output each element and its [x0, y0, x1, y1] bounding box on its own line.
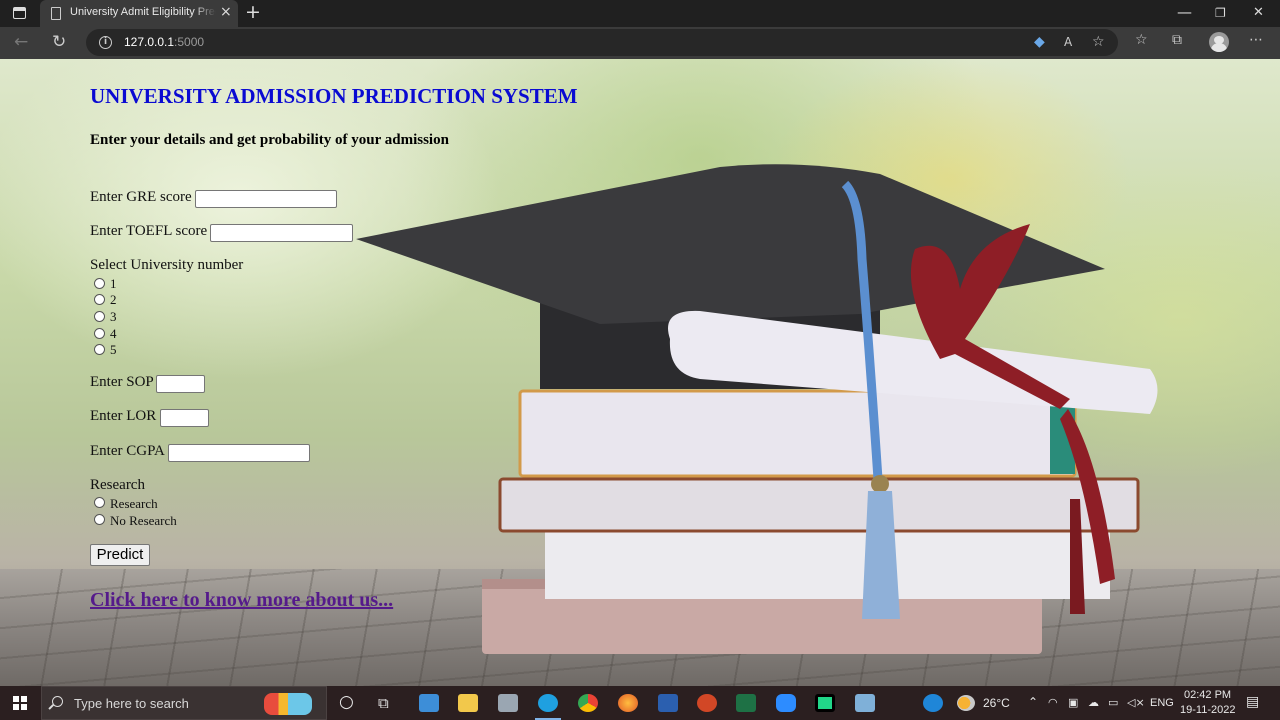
search-icon	[52, 696, 63, 707]
search-placeholder: Type here to search	[74, 696, 189, 711]
research-option-no: No Research	[110, 513, 177, 528]
favorite-star-icon[interactable]: ☆	[1092, 34, 1105, 50]
help-icon[interactable]	[923, 694, 943, 712]
windows-taskbar: Type here to search ○ ⧉ 26°C ⌃ ◠ ▣ ☁ ▭ ◁…	[0, 686, 1280, 720]
gre-input[interactable]	[195, 190, 337, 208]
address-bar[interactable]: i 127.0.0.1:5000 ◆ A ☆	[86, 29, 1118, 56]
weather-temperature[interactable]: 26°C	[983, 696, 1010, 710]
clock-date[interactable]: 19-11-2022	[1180, 704, 1235, 716]
research-radio-no[interactable]	[94, 514, 105, 525]
university-radio-5[interactable]	[94, 344, 105, 355]
third-book	[498, 477, 1140, 533]
onedrive-icon[interactable]: ☁	[1088, 696, 1099, 709]
windows-start-icon[interactable]	[13, 696, 27, 710]
word-icon[interactable]	[658, 694, 678, 712]
calculator-icon[interactable]	[498, 694, 518, 712]
excel-icon[interactable]	[736, 694, 756, 712]
page-title: UNIVERSITY ADMISSION PREDICTION SYSTEM	[90, 84, 578, 108]
app-icon-2[interactable]	[855, 694, 875, 712]
toefl-input[interactable]	[210, 224, 353, 242]
gre-label: Enter GRE score	[90, 189, 192, 205]
file-explorer-icon[interactable]	[458, 694, 478, 712]
window-menu-icon[interactable]	[13, 7, 26, 19]
university-label: Select University number	[90, 257, 244, 273]
maximize-button[interactable]: ❐	[1215, 6, 1226, 20]
tab-close-button[interactable]: ×	[220, 4, 232, 20]
browser-tab-bar: University Admit Eligibility Predic × + …	[0, 0, 1280, 27]
chrome-icon[interactable]	[578, 694, 598, 712]
search-highlight-icon	[264, 693, 312, 715]
edge-icon[interactable]	[538, 694, 558, 712]
collections-icon[interactable]: ⧉	[1172, 32, 1182, 48]
university-radio-2[interactable]	[94, 294, 105, 305]
read-aloud-icon[interactable]: A	[1064, 35, 1072, 49]
favorites-icon[interactable]: ☆	[1135, 32, 1148, 48]
task-view-icon[interactable]: ⧉	[378, 694, 389, 712]
info-icon[interactable]: i	[99, 36, 112, 49]
zoom-icon[interactable]	[776, 694, 796, 712]
taskbar-search-box[interactable]: Type here to search	[41, 686, 327, 720]
toefl-label: Enter TOEFL score	[90, 223, 208, 239]
research-option-yes: Research	[110, 496, 158, 511]
sop-input[interactable]	[156, 375, 205, 393]
url-port: :5000	[174, 35, 205, 49]
web-page: UNIVERSITY ADMISSION PREDICTION SYSTEM E…	[0, 59, 1280, 686]
tassel-knot	[871, 475, 889, 493]
weather-icon[interactable]	[957, 695, 975, 711]
university-radio-4[interactable]	[94, 328, 105, 339]
refresh-icon[interactable]: ↻	[52, 32, 66, 52]
page-subtitle: Enter your details and get probability o…	[90, 132, 449, 148]
university-option-5: 5	[110, 342, 117, 357]
predict-button[interactable]: Predict	[90, 544, 150, 566]
new-tab-button[interactable]: +	[245, 1, 261, 23]
university-option-4: 4	[110, 326, 117, 341]
shopping-tag-icon[interactable]: ◆	[1034, 34, 1045, 50]
device-icon[interactable]: ▣	[1068, 696, 1078, 709]
app-icon-1[interactable]	[419, 694, 439, 712]
cortana-icon[interactable]: ○	[339, 692, 354, 712]
url-text: 127.0.0.1:5000	[124, 35, 204, 49]
profile-avatar[interactable]	[1209, 32, 1229, 52]
network-icon[interactable]: ◠	[1048, 696, 1058, 709]
close-window-button[interactable]: ✕	[1253, 5, 1264, 20]
url-host: 127.0.0.1	[124, 35, 175, 49]
about-us-link[interactable]: Click here to know more about us...	[90, 589, 393, 612]
browser-tab[interactable]: University Admit Eligibility Predic ×	[40, 0, 238, 27]
firefox-icon[interactable]	[618, 694, 638, 712]
battery-icon[interactable]: ▭	[1108, 696, 1118, 709]
back-icon[interactable]: ←	[14, 32, 28, 52]
cgpa-label: Enter CGPA	[90, 443, 165, 459]
show-hidden-icons[interactable]: ⌃	[1028, 695, 1038, 709]
pages-stack	[545, 529, 1110, 599]
page-icon	[51, 7, 61, 20]
research-radio-yes[interactable]	[94, 497, 105, 508]
more-options-icon[interactable]: ⋯	[1249, 32, 1263, 48]
university-option-1: 1	[110, 276, 117, 291]
lor-input[interactable]	[160, 409, 209, 427]
university-option-2: 2	[110, 292, 117, 307]
tab-title: University Admit Eligibility Predic	[70, 6, 216, 18]
research-label: Research	[90, 477, 145, 493]
language-indicator[interactable]: ENG	[1150, 697, 1174, 709]
clock-time[interactable]: 02:42 PM	[1184, 689, 1231, 701]
lor-label: Enter LOR	[90, 408, 157, 424]
cgpa-input[interactable]	[168, 444, 310, 462]
sop-label: Enter SOP	[90, 374, 154, 390]
browser-toolbar: ← ↻ i 127.0.0.1:5000 ◆ A ☆ ☆ ⧉ ⋯	[0, 27, 1280, 59]
notifications-icon[interactable]: ▤	[1246, 694, 1259, 710]
volume-muted-icon[interactable]: ◁×	[1127, 696, 1145, 709]
second-book	[518, 389, 1077, 478]
university-radio-3[interactable]	[94, 311, 105, 322]
minimize-button[interactable]: —	[1177, 3, 1192, 21]
powerpoint-icon[interactable]	[697, 694, 717, 712]
university-radio-1[interactable]	[94, 278, 105, 289]
pycharm-icon[interactable]	[815, 694, 835, 712]
university-option-3: 3	[110, 309, 117, 324]
